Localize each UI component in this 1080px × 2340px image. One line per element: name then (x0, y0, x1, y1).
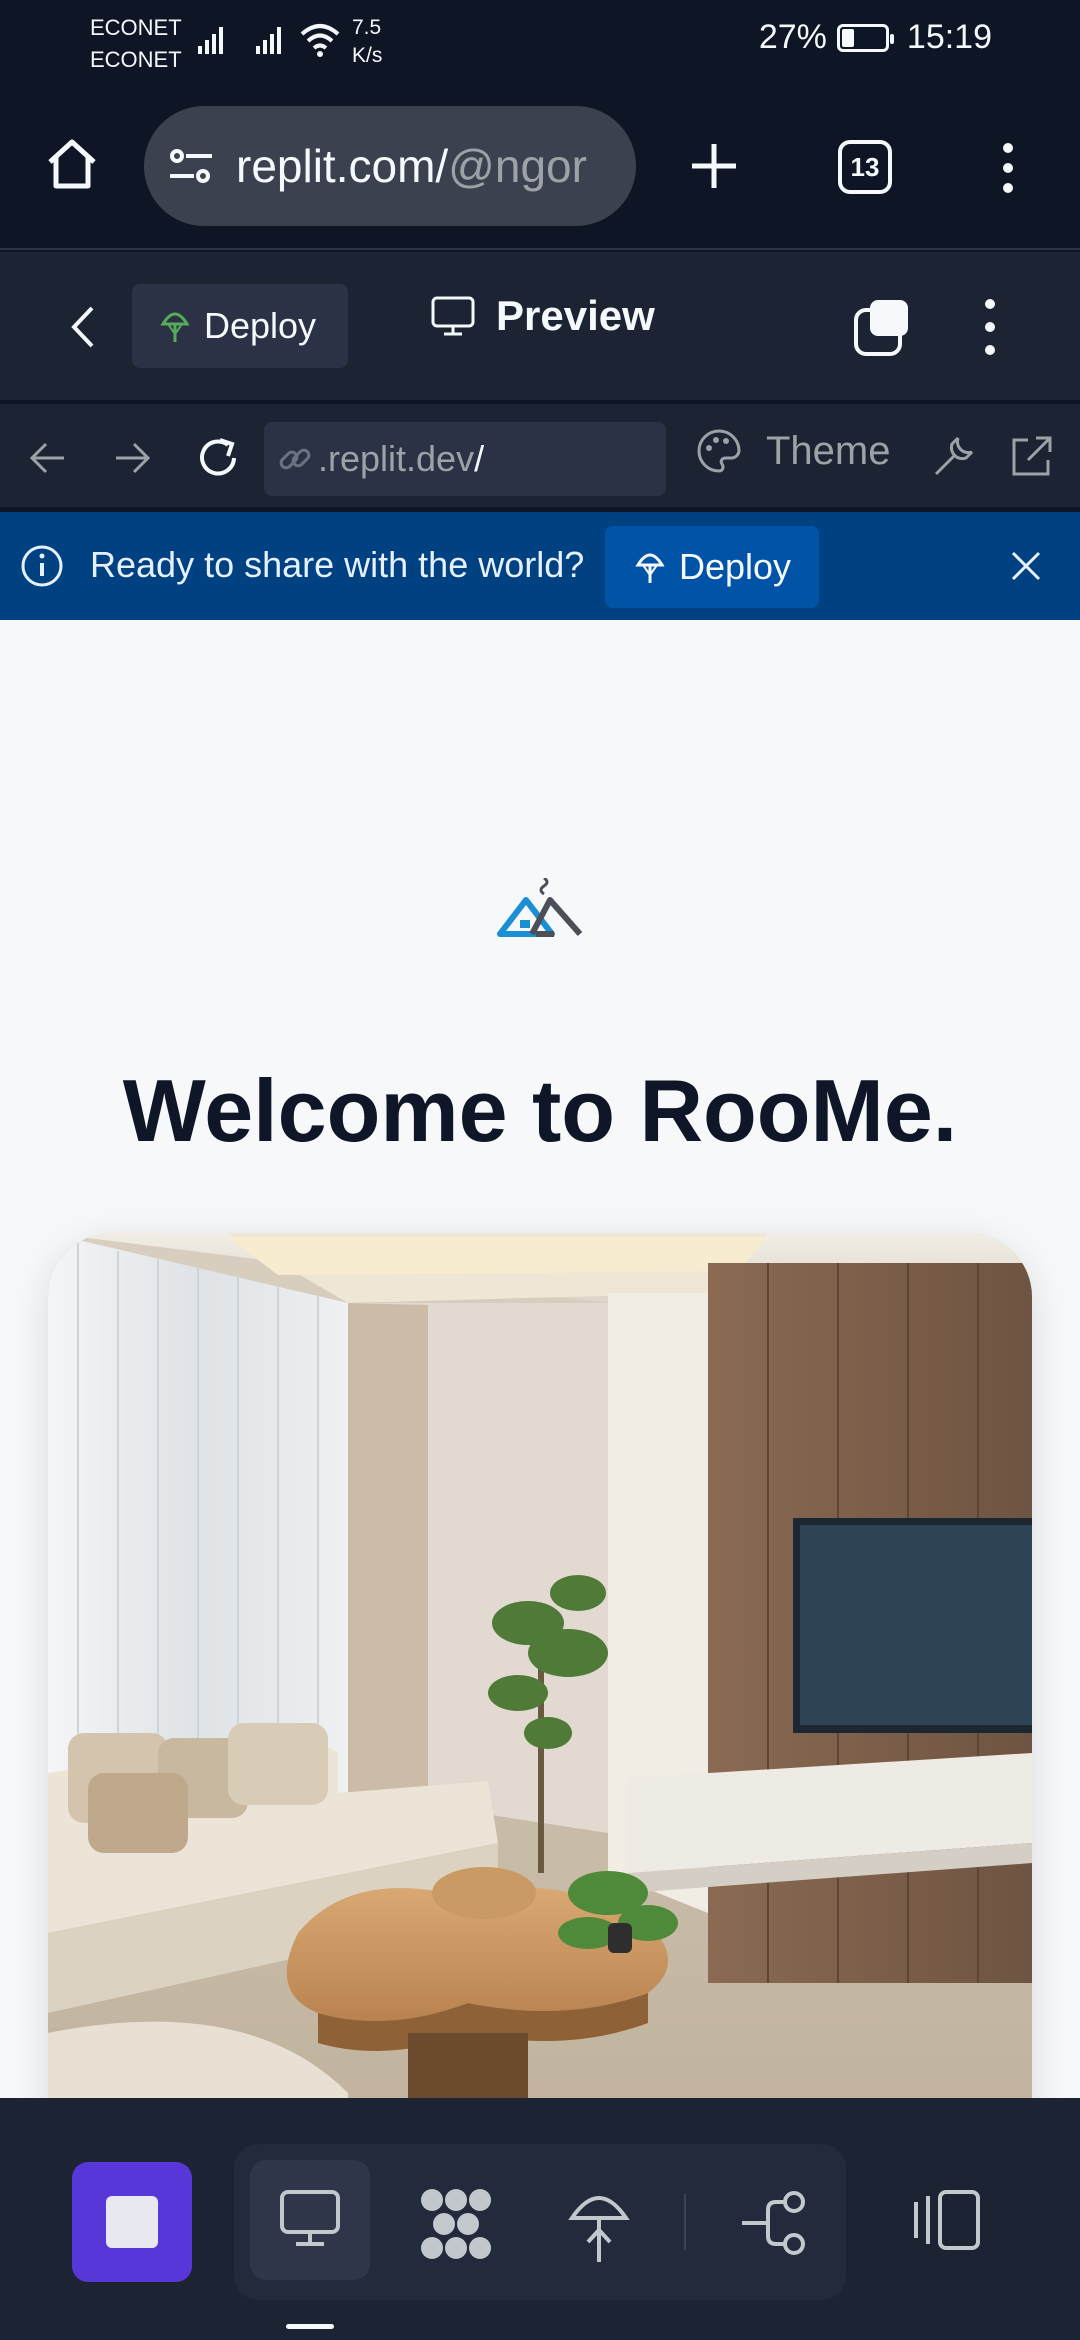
bottom-dock (0, 2098, 1080, 2340)
new-tab-icon[interactable] (688, 140, 740, 192)
palette-icon (697, 429, 741, 473)
arrow-right-icon[interactable] (112, 440, 152, 476)
signal-icon (256, 27, 281, 54)
deploy-label: Deploy (204, 305, 317, 346)
replit-toolbar: Deploy Preview (0, 252, 1080, 402)
battery-icon (836, 23, 894, 52)
preview-page: Welcome to RooMe. (0, 620, 1080, 2098)
external-link-icon[interactable] (1008, 434, 1054, 480)
banner-deploy-button[interactable]: Deploy (605, 526, 819, 608)
home-icon[interactable] (44, 136, 100, 192)
tabs-icon[interactable]: 13 (838, 140, 892, 194)
page-title: Welcome to RooMe. (122, 1061, 958, 1160)
tool-group (234, 2144, 846, 2300)
extensions-icon[interactable] (418, 2188, 494, 2260)
roome-logo (497, 878, 583, 937)
info-icon (21, 545, 63, 587)
deploy-icon (160, 312, 190, 342)
kebab-menu-icon[interactable] (998, 140, 1018, 196)
preview-icon (280, 2190, 340, 2246)
wifi-icon (300, 24, 340, 57)
hero-image (48, 1233, 1032, 2098)
signal-icon (198, 27, 223, 54)
webview-nav: .replit.dev/ Theme (0, 404, 1080, 510)
browser-toolbar: replit.com/@ngor 13 (0, 86, 1080, 250)
monitor-icon (431, 296, 475, 336)
net-speed: 7.5 K/s (352, 16, 383, 67)
tool-divider (684, 2194, 686, 2250)
home-indicator[interactable] (286, 2324, 334, 2329)
url-bar[interactable]: replit.com/@ngor (144, 106, 636, 226)
carrier-1: ECONET (90, 15, 182, 40)
kebab-menu-icon[interactable] (980, 296, 1000, 358)
new-window-icon[interactable] (852, 296, 914, 358)
arrow-left-icon[interactable] (28, 440, 68, 476)
deploy-banner: Ready to share with the world? Deploy (0, 512, 1080, 620)
carrier-names: ECONET ECONET (90, 12, 182, 76)
url-text: replit.com/@ngor (236, 140, 587, 192)
link-icon (279, 448, 311, 470)
sidebar-icon[interactable] (910, 2188, 984, 2252)
stop-icon (106, 2196, 158, 2248)
status-bar: ECONET ECONET 7.5 K/s 27% 15:19 (0, 0, 1080, 86)
close-icon[interactable] (1010, 550, 1042, 582)
reload-icon[interactable] (194, 434, 242, 482)
site-settings-icon[interactable] (168, 145, 214, 187)
deployments-icon[interactable] (568, 2184, 630, 2264)
theme-label: Theme (766, 428, 891, 473)
preview-address-field[interactable]: .replit.dev/ (264, 422, 666, 496)
status-right: 27% 15:19 (759, 18, 992, 57)
preview-label: Preview (496, 292, 655, 339)
wrench-icon[interactable] (930, 432, 978, 480)
theme-button[interactable]: Theme (696, 428, 891, 474)
preview-tab[interactable]: Preview (430, 292, 655, 340)
deploy-button[interactable]: Deploy (132, 284, 348, 368)
banner-deploy-label: Deploy (679, 546, 792, 587)
deploy-icon (635, 553, 665, 583)
git-icon[interactable] (738, 2190, 810, 2256)
address-text: .replit.dev/ (318, 438, 485, 479)
back-chevron-icon[interactable] (66, 304, 98, 350)
battery-percent: 27% (758, 18, 827, 56)
banner-message: Ready to share with the world? (90, 544, 585, 585)
clock: 15:19 (906, 18, 992, 56)
preview-tool-button[interactable] (250, 2160, 370, 2280)
stop-button[interactable] (72, 2162, 192, 2282)
living-room-photo (48, 1233, 1032, 2098)
carrier-2: ECONET (90, 47, 182, 72)
